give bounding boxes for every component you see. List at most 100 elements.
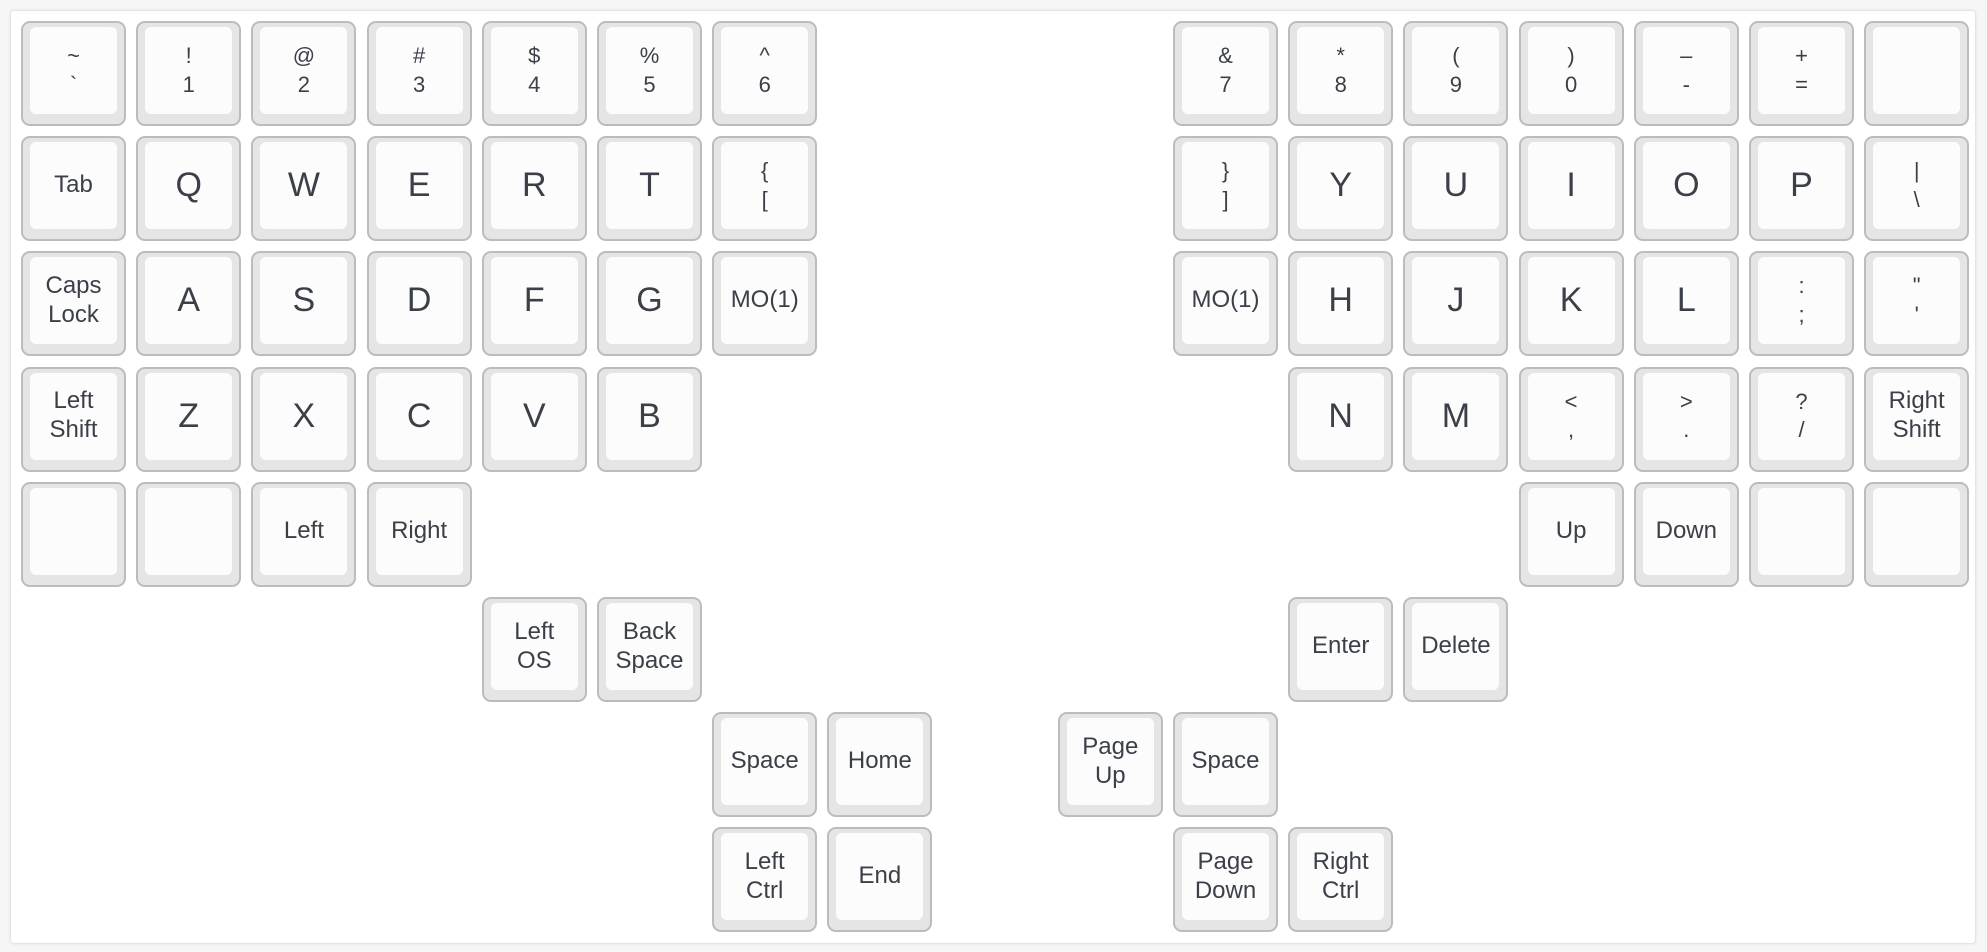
key-legend: Y — [1329, 166, 1353, 205]
key-legend: Z — [178, 396, 200, 435]
key-left-row2-sym[interactable]: {[ — [712, 136, 818, 242]
keycap-face: ! 1 — [145, 27, 233, 114]
key-legend-bottom: 7 — [1219, 71, 1232, 97]
key-left-row5-blank[interactable] — [136, 481, 242, 587]
key-left-row3-mo1[interactable]: MO(1) — [712, 251, 818, 357]
key-left-row2-e[interactable]: E — [366, 136, 472, 242]
key-right-row1-sym[interactable]: – - — [1633, 21, 1739, 126]
key-right-row3-sym[interactable]: :; — [1749, 251, 1854, 357]
key-left-row4-x[interactable]: X — [251, 366, 357, 472]
key-right-row4-sym[interactable]: <, — [1518, 366, 1624, 472]
key-right-thumb3-page-down[interactable]: Page Down — [1173, 827, 1278, 933]
keycap-face: >. — [1642, 372, 1730, 460]
key-right-row5-up[interactable]: Up — [1518, 481, 1624, 587]
key-right-row1-8[interactable]: * 8 — [1288, 21, 1394, 126]
key-legend-bottom: Shift — [49, 416, 98, 444]
key-legend: MO(1) — [730, 286, 799, 314]
key-right-row4-sym[interactable]: ? / — [1749, 366, 1854, 472]
key-right-row3-sym[interactable]: " ' — [1864, 251, 1970, 357]
key-left-row3-f[interactable]: F — [481, 251, 587, 357]
keycap-face: S — [260, 257, 348, 345]
key-right-row1-sym[interactable]: + = — [1749, 21, 1854, 126]
key-left-row2-r[interactable]: R — [481, 136, 587, 242]
key-legend: S — [292, 281, 316, 320]
key-right-row4-right-shift[interactable]: Right Shift — [1864, 366, 1970, 472]
key-left-row2-q[interactable]: Q — [136, 136, 242, 242]
key-left-row2-w[interactable]: W — [251, 136, 357, 242]
key-left-thumb2-home[interactable]: Home — [827, 712, 933, 818]
key-legend-top: ^ — [759, 42, 770, 68]
keycap-face — [1873, 27, 1961, 114]
key-left-row5-left[interactable]: Left — [251, 481, 357, 587]
key-left-row2-tab[interactable]: Tab — [21, 136, 126, 242]
key-legend: T — [639, 166, 660, 205]
keycap-face: M — [1412, 372, 1500, 460]
key-left-row3-caps-lock[interactable]: Caps Lock — [21, 251, 126, 357]
key-right-row2-sym[interactable]: | \ — [1864, 136, 1970, 242]
keycap-face: Space — [1182, 718, 1269, 806]
keycap-face: H — [1297, 257, 1385, 345]
key-left-thumb2-space[interactable]: Space — [712, 712, 818, 818]
key-left-row4-b[interactable]: B — [597, 366, 702, 472]
key-left-row4-left-shift[interactable]: Left Shift — [21, 366, 126, 472]
key-left-row1-2[interactable]: @2 — [251, 21, 357, 126]
key-left-row4-v[interactable]: V — [481, 366, 587, 472]
key-right-row5-blank[interactable] — [1749, 481, 1854, 587]
key-left-row1-1[interactable]: ! 1 — [136, 21, 242, 126]
key-legend-bottom: Shift — [1892, 416, 1941, 444]
key-left-row1-4[interactable]: $4 — [481, 21, 587, 126]
key-right-thumb2-page-up[interactable]: Page Up — [1057, 712, 1163, 818]
key-left-row1-sym[interactable]: ~ ` — [21, 21, 126, 126]
key-left-row5-right[interactable]: Right — [366, 481, 472, 587]
key-right-row2-y[interactable]: Y — [1288, 136, 1394, 242]
key-right-row2-i[interactable]: I — [1518, 136, 1624, 242]
key-left-row1-3[interactable]: #3 — [366, 21, 472, 126]
key-left-row4-c[interactable]: C — [366, 366, 472, 472]
key-right-row3-mo1[interactable]: MO(1) — [1173, 251, 1278, 357]
key-left-row3-d[interactable]: D — [366, 251, 472, 357]
keycap-face: K — [1527, 257, 1615, 345]
key-left-row4-z[interactable]: Z — [136, 366, 242, 472]
key-right-row2-u[interactable]: U — [1403, 136, 1509, 242]
key-right-row1-9[interactable]: (9 — [1403, 21, 1509, 126]
key-right-thumb1-delete[interactable]: Delete — [1403, 597, 1509, 702]
key-right-row1-7[interactable]: & 7 — [1173, 21, 1278, 126]
key-left-thumb3-left-ctrl[interactable]: Left Ctrl — [712, 827, 818, 933]
key-right-row4-m[interactable]: M — [1403, 366, 1509, 472]
key-left-row2-t[interactable]: T — [597, 136, 702, 242]
key-right-thumb1-enter[interactable]: Enter — [1288, 597, 1394, 702]
key-legend: W — [287, 166, 320, 205]
key-right-thumb2-space[interactable]: Space — [1173, 712, 1278, 818]
key-right-row5-down[interactable]: Down — [1633, 481, 1739, 587]
key-right-row3-k[interactable]: K — [1518, 251, 1624, 357]
key-left-thumb1-back-space[interactable]: Back Space — [597, 597, 702, 702]
key-left-thumb3-end[interactable]: End — [827, 827, 933, 933]
keycap-face: Back Space — [606, 603, 693, 690]
key-right-row1-0[interactable]: ) 0 — [1518, 21, 1624, 126]
key-right-row1-blank[interactable] — [1864, 21, 1970, 126]
key-right-row3-l[interactable]: L — [1633, 251, 1739, 357]
key-right-row4-n[interactable]: N — [1288, 366, 1394, 472]
keycap-face — [145, 487, 233, 575]
key-right-thumb3-right-ctrl[interactable]: Right Ctrl — [1288, 827, 1394, 933]
key-right-row2-p[interactable]: P — [1749, 136, 1854, 242]
key-left-row1-6[interactable]: ^ 6 — [712, 21, 818, 126]
key-left-row1-5[interactable]: % 5 — [597, 21, 702, 126]
keycap-face: <, — [1527, 372, 1615, 460]
key-left-row3-a[interactable]: A — [136, 251, 242, 357]
keycap-face: L — [1642, 257, 1730, 345]
key-left-thumb1-left-os[interactable]: Left OS — [481, 597, 587, 702]
key-left-row5-blank[interactable] — [21, 481, 126, 587]
key-right-row3-j[interactable]: J — [1403, 251, 1509, 357]
key-right-row2-sym[interactable]: }] — [1173, 136, 1278, 242]
keycap-face: Delete — [1412, 603, 1500, 690]
keycap-face: T — [606, 142, 693, 230]
key-right-row3-h[interactable]: H — [1288, 251, 1394, 357]
key-legend: R — [522, 166, 547, 205]
key-right-row2-o[interactable]: O — [1633, 136, 1739, 242]
key-right-row5-blank[interactable] — [1864, 481, 1970, 587]
keycap-face: Left — [260, 487, 348, 575]
key-right-row4-sym[interactable]: >. — [1633, 366, 1739, 472]
key-left-row3-s[interactable]: S — [251, 251, 357, 357]
key-left-row3-g[interactable]: G — [597, 251, 702, 357]
